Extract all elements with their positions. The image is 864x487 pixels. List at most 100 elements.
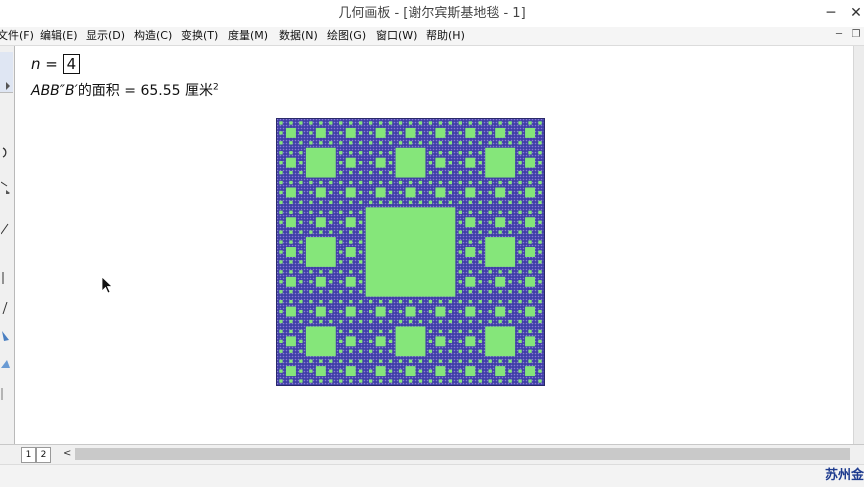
carpet-hole: [319, 290, 323, 294]
carpet-hole: [438, 170, 443, 175]
area-measurement[interactable]: ABB″B′的面积 = 65.55 厘米2: [31, 80, 219, 100]
parameter-value[interactable]: 4: [62, 54, 81, 74]
page-tab-1[interactable]: 1: [21, 447, 36, 463]
carpet-hole: [368, 161, 373, 165]
menu-data[interactable]: 数据(N): [279, 27, 318, 45]
carpet-hole: [458, 200, 462, 205]
carpet-hole: [285, 187, 296, 198]
carpet-hole: [465, 157, 476, 168]
carpet-hole: [299, 299, 303, 304]
document-restore-button[interactable]: ❐: [849, 28, 863, 42]
carpet-hole: [538, 161, 542, 165]
menu-window[interactable]: 窗口(W): [376, 27, 417, 45]
carpet-hole: [339, 180, 343, 185]
carpet-hole: [359, 290, 363, 294]
carpet-hole: [299, 141, 303, 145]
carpet-hole: [345, 247, 356, 257]
document-minimize-button[interactable]: ─: [832, 28, 846, 42]
carpet-hole: [508, 369, 512, 373]
menu-measure[interactable]: 度量(M): [228, 27, 268, 45]
close-button[interactable]: ✕: [839, 0, 864, 27]
menu-display[interactable]: 显示(D): [86, 27, 125, 45]
carpet-hole: [299, 309, 303, 314]
carpet-hole: [329, 220, 333, 224]
carpet-hole: [488, 230, 492, 234]
carpet-hole: [368, 369, 373, 373]
carpet-hole: [319, 270, 323, 274]
carpet-hole: [345, 276, 356, 287]
custom-tool-icon[interactable]: [0, 388, 13, 404]
carpet-hole: [299, 379, 303, 383]
carpet-hole: [339, 359, 343, 363]
carpet-hole: [428, 359, 433, 363]
carpet-hole: [488, 200, 492, 205]
carpet-hole: [438, 200, 443, 205]
carpet-hole: [299, 339, 303, 343]
carpet-hole: [528, 299, 532, 304]
carpet-hole: [289, 290, 293, 294]
info-tool-icon[interactable]: [0, 358, 13, 374]
carpet-hole: [488, 220, 492, 224]
carpet-hole: [349, 359, 353, 363]
carpet-hole: [518, 220, 522, 224]
menu-transform[interactable]: 变换(T): [181, 27, 218, 45]
carpet-hole: [375, 157, 386, 168]
carpet-hole: [498, 200, 502, 205]
carpet-hole: [528, 270, 532, 274]
carpet-hole: [279, 250, 283, 254]
parameter-n[interactable]: n = 4: [31, 54, 81, 74]
carpet-hole: [329, 280, 333, 284]
segment-tool-icon[interactable]: [0, 222, 13, 244]
page-tab-2[interactable]: 2: [36, 447, 51, 463]
carpet-hole: [388, 200, 393, 205]
vertical-scrollbar[interactable]: [853, 46, 864, 444]
scroll-left-button[interactable]: <: [63, 447, 71, 461]
marker-tool-icon[interactable]: [0, 330, 13, 346]
carpet-hole: [448, 190, 453, 195]
menu-graph[interactable]: 绘图(G): [327, 27, 366, 45]
carpet-hole: [349, 200, 353, 205]
sierpinski-carpet[interactable]: [276, 118, 545, 386]
carpet-hole: [339, 161, 343, 165]
carpet-hole: [518, 230, 522, 234]
polygon-tool-icon[interactable]: [0, 272, 13, 288]
carpet-hole: [518, 359, 522, 363]
menu-help[interactable]: 帮助(H): [426, 27, 465, 45]
carpet-hole: [339, 379, 343, 383]
menu-edit[interactable]: 编辑(E): [40, 27, 78, 45]
carpet-hole: [349, 121, 353, 125]
carpet-hole: [408, 379, 413, 383]
text-tool-icon[interactable]: [0, 301, 13, 318]
carpet-hole: [528, 200, 532, 205]
carpet-hole: [528, 230, 532, 234]
carpet-hole: [349, 319, 353, 324]
carpet-hole: [368, 190, 373, 195]
carpet-hole: [309, 230, 313, 234]
carpet-hole: [368, 131, 373, 135]
carpet-hole: [359, 230, 363, 234]
horizontal-scrollbar[interactable]: [75, 448, 850, 460]
carpet-hole: [435, 127, 446, 138]
point-tool-icon[interactable]: [0, 146, 13, 162]
carpet-hole: [359, 349, 363, 353]
carpet-hole: [438, 379, 443, 383]
carpet-hole: [359, 180, 363, 185]
carpet-hole: [448, 299, 453, 304]
carpet-hole: [319, 121, 323, 125]
menu-file[interactable]: 文件(F): [0, 27, 34, 45]
carpet-hole: [349, 260, 353, 264]
window-title: 几何画板 - [谢尔宾斯基地毯 - 1]: [338, 6, 526, 21]
carpet-hole: [388, 339, 393, 343]
carpet-hole: [518, 170, 522, 175]
arrow-tool-icon[interactable]: [0, 52, 13, 93]
carpet-hole: [368, 359, 373, 363]
carpet-hole: [428, 180, 433, 185]
compass-tool-icon[interactable]: [0, 180, 13, 198]
carpet-hole: [395, 147, 426, 178]
carpet-hole: [329, 180, 333, 185]
carpet-hole: [528, 260, 532, 264]
menu-construct[interactable]: 构造(C): [134, 27, 172, 45]
carpet-hole: [478, 220, 482, 224]
carpet-hole: [465, 217, 476, 228]
carpet-hole: [309, 141, 313, 145]
